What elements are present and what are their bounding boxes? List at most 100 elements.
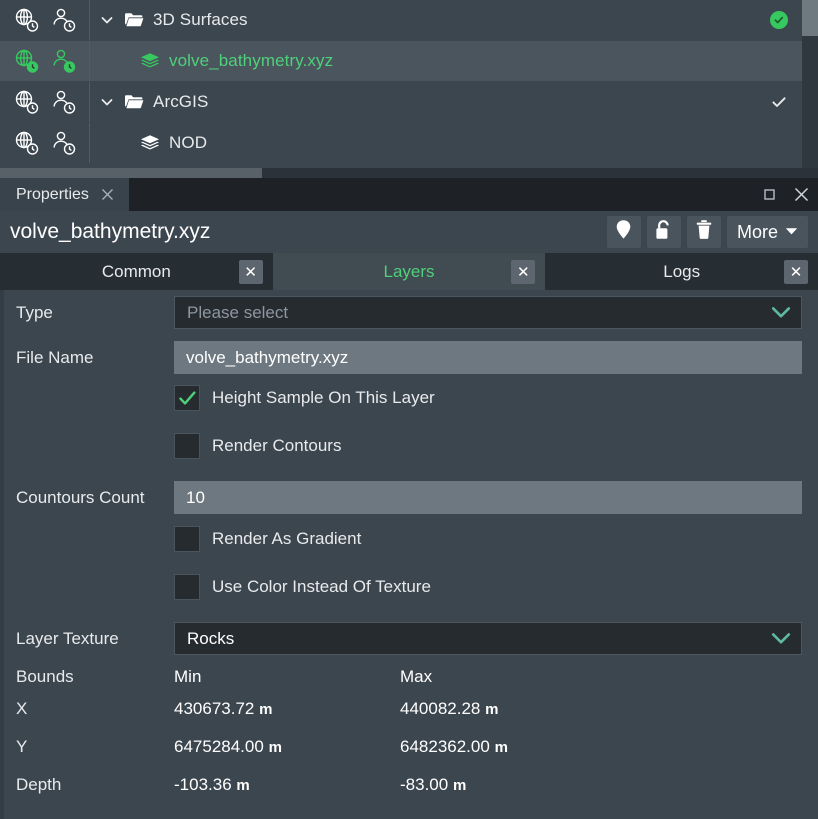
checkbox-label: Render Contours bbox=[212, 436, 342, 455]
tab-close-icon[interactable]: ✕ bbox=[238, 259, 263, 284]
properties-toolbar: More bbox=[606, 216, 808, 248]
tree-horizontal-scrollbar-thumb[interactable] bbox=[0, 168, 262, 178]
tab-close-icon[interactable]: ✕ bbox=[511, 259, 536, 284]
tree-row[interactable]: NOD bbox=[0, 123, 802, 163]
check-badge-icon bbox=[770, 11, 788, 29]
layer-texture-select[interactable]: Rocks bbox=[174, 622, 802, 655]
tree-row-icon-column bbox=[0, 41, 90, 81]
height-sample-checkbox[interactable]: Height Sample On This Layer bbox=[174, 385, 802, 411]
checkbox-label: Render As Gradient bbox=[212, 529, 362, 548]
location-pin-button[interactable] bbox=[606, 216, 641, 248]
tree-horizontal-scrollbar[interactable] bbox=[0, 168, 818, 178]
type-select[interactable]: Please select bbox=[174, 296, 802, 329]
folder-icon bbox=[124, 92, 144, 112]
render-contours-checkbox[interactable]: Render Contours bbox=[174, 433, 802, 459]
tree-item-label: 3D Surfaces bbox=[153, 10, 248, 29]
layers-stack-icon bbox=[140, 133, 160, 153]
dock-tab-properties[interactable]: Properties bbox=[0, 178, 129, 211]
bounds-row-label: X bbox=[16, 699, 28, 718]
globe-clock-icon[interactable] bbox=[13, 48, 39, 74]
tree-row-label-area[interactable]: volve_bathymetry.xyz bbox=[90, 41, 802, 81]
bounds-row-y: Y 6475284.00 m 6482362.00 m bbox=[4, 737, 818, 757]
delete-button[interactable] bbox=[686, 216, 721, 248]
field-render-contours: Render Contours bbox=[4, 433, 818, 459]
tab-label: Common bbox=[101, 261, 171, 281]
tree-item-label: volve_bathymetry.xyz bbox=[169, 51, 334, 70]
tab-label: Logs bbox=[663, 261, 701, 281]
tree-item-label: NOD bbox=[169, 133, 208, 152]
more-button-label: More bbox=[736, 221, 778, 242]
layer-tree-panel[interactable]: 3D Surfaces volve_bathymetry.xyz ArcGIS … bbox=[0, 0, 818, 168]
chevron-down-icon[interactable] bbox=[98, 93, 116, 111]
globe-clock-icon[interactable] bbox=[13, 7, 39, 33]
trash-icon bbox=[695, 219, 713, 245]
bounds-depth-max: -83.00 m bbox=[400, 775, 802, 795]
tree-row-label-area[interactable]: 3D Surfaces bbox=[90, 0, 802, 40]
render-gradient-checkbox[interactable]: Render As Gradient bbox=[174, 526, 802, 552]
field-label-layer-texture: Layer Texture bbox=[16, 628, 119, 648]
field-label-type: Type bbox=[16, 302, 53, 322]
tab-common[interactable]: Common ✕ bbox=[0, 253, 273, 290]
tree-row-label-area[interactable]: NOD bbox=[90, 123, 802, 163]
location-pin-icon bbox=[615, 219, 632, 245]
chevron-down-icon[interactable] bbox=[98, 11, 116, 29]
tree-item-label: ArcGIS bbox=[153, 92, 209, 111]
checkbox-box[interactable] bbox=[174, 385, 200, 411]
bounds-row-label: Depth bbox=[16, 775, 62, 794]
user-clock-icon[interactable] bbox=[50, 48, 76, 74]
tree-vertical-scrollbar[interactable] bbox=[802, 0, 818, 168]
field-file-name: File Name volve_bathymetry.xyz bbox=[4, 341, 818, 374]
type-select-value: Please select bbox=[187, 302, 289, 322]
field-height-sample: Height Sample On This Layer bbox=[4, 385, 818, 411]
value: -103.36 bbox=[174, 775, 232, 794]
folder-icon bbox=[124, 10, 144, 30]
unit: m bbox=[268, 739, 282, 756]
unit: m bbox=[452, 777, 467, 794]
bounds-min-header: Min bbox=[174, 667, 202, 686]
dock-tab-label: Properties bbox=[16, 185, 89, 203]
tab-close-icon[interactable]: ✕ bbox=[784, 259, 809, 284]
globe-clock-icon[interactable] bbox=[13, 89, 39, 115]
unit: m bbox=[259, 701, 273, 718]
more-button[interactable]: More bbox=[726, 216, 808, 248]
value: 430673.72 bbox=[174, 699, 255, 718]
tree-row-status[interactable] bbox=[770, 11, 788, 29]
user-clock-icon[interactable] bbox=[50, 130, 76, 156]
tab-logs[interactable]: Logs ✕ bbox=[545, 253, 818, 290]
chevron-down-icon bbox=[771, 632, 791, 645]
checkbox-label: Use Color Instead Of Texture bbox=[212, 577, 431, 596]
tab-layers[interactable]: Layers ✕ bbox=[272, 253, 546, 290]
chevron-down-icon bbox=[785, 223, 798, 241]
file-name-input[interactable]: volve_bathymetry.xyz bbox=[174, 341, 802, 374]
field-use-color: Use Color Instead Of Texture bbox=[4, 574, 818, 600]
value: 6475284.00 bbox=[174, 737, 264, 756]
tree-row-status[interactable] bbox=[770, 93, 788, 111]
contours-count-input[interactable]: 10 bbox=[174, 481, 802, 514]
maximize-icon[interactable] bbox=[760, 186, 778, 204]
properties-title-row: volve_bathymetry.xyz More bbox=[0, 211, 818, 253]
checkbox-box[interactable] bbox=[174, 526, 200, 552]
tree-vertical-scrollbar-thumb[interactable] bbox=[802, 0, 818, 36]
bounds-y-min: 6475284.00 m bbox=[174, 737, 400, 757]
checkbox-box[interactable] bbox=[174, 574, 200, 600]
bounds-row-depth: Depth -103.36 m -83.00 m bbox=[4, 775, 818, 795]
field-contours-count: Countours Count 10 bbox=[4, 481, 818, 514]
globe-clock-icon[interactable] bbox=[13, 130, 39, 156]
tree-row-label-area[interactable]: ArcGIS bbox=[90, 82, 802, 122]
bounds-row-label: Y bbox=[16, 737, 28, 756]
tree-row[interactable]: volve_bathymetry.xyz bbox=[0, 41, 802, 81]
checkbox-label: Height Sample On This Layer bbox=[212, 388, 435, 407]
field-type: Type Please select bbox=[4, 296, 818, 329]
user-clock-icon[interactable] bbox=[50, 7, 76, 33]
close-icon[interactable] bbox=[101, 188, 115, 202]
close-icon[interactable] bbox=[792, 186, 810, 204]
tab-label: Layers bbox=[383, 261, 435, 281]
tree-row[interactable]: ArcGIS bbox=[0, 82, 802, 122]
checkbox-box[interactable] bbox=[174, 433, 200, 459]
unlock-button[interactable] bbox=[646, 216, 681, 248]
layer-tree-body: 3D Surfaces volve_bathymetry.xyz ArcGIS … bbox=[0, 0, 802, 168]
tree-row[interactable]: 3D Surfaces bbox=[0, 0, 802, 40]
use-color-checkbox[interactable]: Use Color Instead Of Texture bbox=[174, 574, 802, 600]
tree-row-icon-column bbox=[0, 123, 90, 163]
user-clock-icon[interactable] bbox=[50, 89, 76, 115]
